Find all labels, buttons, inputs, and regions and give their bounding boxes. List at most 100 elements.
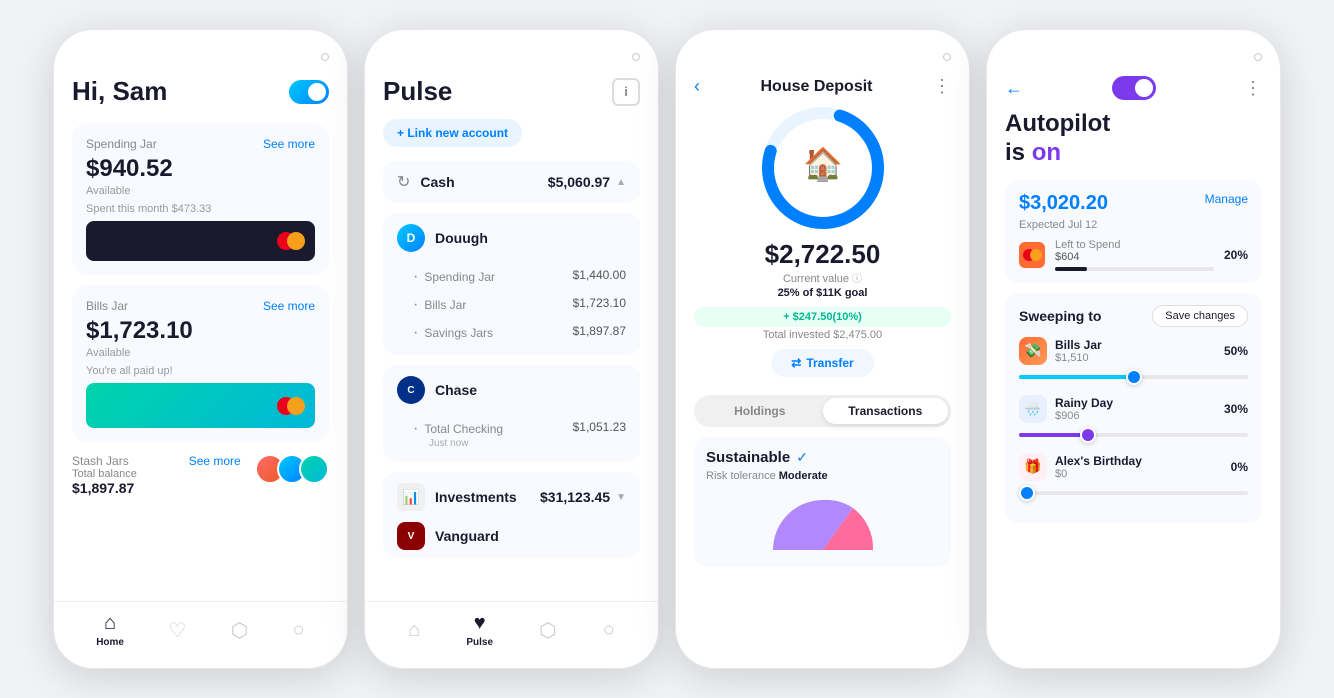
alexs-birthday-sweep-pct: 0% xyxy=(1231,460,1248,474)
bills-jar-sub-amount: $1,723.10 xyxy=(573,296,626,314)
cash-expand[interactable]: ▲ xyxy=(616,177,626,188)
bills-jar-sweep-icon: 💸 xyxy=(1019,337,1047,365)
nav2-jars[interactable]: ⬡ xyxy=(539,618,556,643)
stash-label: Stash Jars xyxy=(72,454,129,468)
nav2-pulse[interactable]: ♥ Pulse xyxy=(466,612,493,648)
nav-profile[interactable]: ○ xyxy=(293,619,305,642)
transfer-button[interactable]: ⇄ Transfer xyxy=(771,349,873,377)
savings-jars-sub: Savings Jars xyxy=(413,324,493,342)
pie-chart xyxy=(706,490,939,555)
left-to-spend-amount: $604 xyxy=(1055,251,1214,263)
stash-section: Stash Jars See more Total balance $1,897… xyxy=(72,454,329,496)
vanguard-name: Vanguard xyxy=(435,528,499,544)
autopilot-on-text: on xyxy=(1032,139,1061,166)
bills-mastercard-logo xyxy=(277,397,305,415)
total-checking-label: Total Checking xyxy=(413,420,503,438)
nav-favorites[interactable]: ♡ xyxy=(168,618,186,643)
rainy-day-sweep-icon: 🌧️ xyxy=(1019,395,1047,423)
house-amount: $2,722.50 xyxy=(694,239,951,270)
save-changes-button[interactable]: Save changes xyxy=(1152,305,1248,327)
info-icon[interactable]: i xyxy=(612,78,640,106)
autopilot-header: ← ⋮ xyxy=(1005,76,1262,100)
autopilot-toggle[interactable] xyxy=(1112,76,1156,100)
sweeping-title: Sweeping to xyxy=(1019,308,1101,324)
growth-badge: + $247.50(10%) xyxy=(694,307,951,327)
pulse-icon: ♥ xyxy=(474,612,486,635)
investments-expand[interactable]: ▼ xyxy=(616,492,626,503)
risk-label: Risk tolerance Moderate xyxy=(706,470,939,482)
alexs-birthday-slider[interactable] xyxy=(1019,485,1248,501)
bills-jar-see-more[interactable]: See more xyxy=(263,299,315,313)
heart-icon: ♡ xyxy=(168,618,186,643)
bills-jar-sub: Bills Jar xyxy=(413,296,466,314)
spending-jar-available: Available xyxy=(86,185,315,197)
back-arrow[interactable]: ‹ xyxy=(694,76,700,97)
left-to-spend-progress xyxy=(1055,267,1087,271)
autopilot-more-icon[interactable]: ⋮ xyxy=(1244,78,1262,99)
savings-jar-row: Savings Jars $1,897.87 xyxy=(383,319,640,347)
holdings-tab[interactable]: Holdings xyxy=(697,398,823,424)
investments-row: 📊 Investments $31,123.45 ▼ xyxy=(383,472,640,522)
goal-progress: 25% of $11K goal xyxy=(694,287,951,299)
spending-jar-see-more[interactable]: See more xyxy=(263,137,315,151)
status-indicator-3 xyxy=(943,53,951,61)
nav2-profile[interactable]: ○ xyxy=(603,619,615,642)
transactions-tab[interactable]: Transactions xyxy=(823,398,949,424)
more-options-icon[interactable]: ⋮ xyxy=(933,76,951,97)
rainy-day-slider[interactable] xyxy=(1019,427,1248,443)
stash-circles xyxy=(255,454,329,484)
transfer-icon: ⇄ xyxy=(791,356,801,370)
spending-jar-row: Spending Jar $1,440.00 xyxy=(383,263,640,291)
sustainable-name: Sustainable xyxy=(706,449,790,466)
spending-jar-spent: Spent this month $473.33 xyxy=(86,203,315,215)
refresh-icon: ↻ xyxy=(397,172,410,192)
douugh-icon: D xyxy=(397,224,425,252)
rainy-day-sweep-amount: $906 xyxy=(1055,410,1113,422)
verified-icon: ✓ xyxy=(796,449,808,466)
nav2-pulse-label: Pulse xyxy=(466,637,493,648)
total-invested: Total invested $2,475.00 xyxy=(694,329,951,341)
spending-jar-label: Spending Jar xyxy=(86,137,157,151)
stash-see-more[interactable]: See more xyxy=(189,454,241,468)
status-indicator-4 xyxy=(1254,53,1262,61)
vanguard-icon: V xyxy=(397,522,425,550)
pulse-header: Pulse i xyxy=(383,76,640,107)
spending-jar-sub: Spending Jar xyxy=(413,268,495,286)
spending-jar-sub-amount: $1,440.00 xyxy=(573,268,626,286)
chase-section: C Chase Total Checking Just now $1,051.2… xyxy=(383,365,640,462)
bills-jar-knob[interactable] xyxy=(1126,369,1142,385)
house-ring-svg: 🏠 xyxy=(758,103,888,233)
notification-toggle[interactable] xyxy=(289,80,329,104)
cash-section: ↻ Cash $5,060.97 ▲ xyxy=(383,161,640,203)
stash-amount: $1,897.87 xyxy=(72,480,241,496)
rainy-day-knob[interactable] xyxy=(1080,427,1096,443)
nav2-home[interactable]: ⌂ xyxy=(408,619,420,642)
phone-1: Hi, Sam Spending Jar See more $940.52 Av… xyxy=(53,29,348,669)
cash-amount: $5,060.97 xyxy=(548,174,610,190)
phone-3: ‹ House Deposit ⋮ 🏠 $2,722.50 Current va… xyxy=(675,29,970,669)
autopilot-back-arrow[interactable]: ← xyxy=(1005,78,1023,99)
current-value-label: Current value ⓘ xyxy=(694,270,951,285)
bills-jar-slider[interactable] xyxy=(1019,369,1248,385)
alexs-birthday-sweep-icon: 🎁 xyxy=(1019,453,1047,481)
chase-row: C Chase xyxy=(383,365,640,415)
house-deposit-title: House Deposit xyxy=(760,78,872,96)
holdings-tabs: Holdings Transactions xyxy=(694,395,951,427)
stash-balance-label: Total balance xyxy=(72,468,241,480)
nav-jars[interactable]: ⬡ xyxy=(231,618,248,643)
nav-home[interactable]: ⌂ Home xyxy=(96,612,124,648)
bills-jar-row: Bills Jar $1,723.10 xyxy=(383,291,640,319)
link-account-button[interactable]: + Link new account xyxy=(383,119,522,147)
vanguard-row: V Vanguard xyxy=(383,522,640,558)
house-deposit-header: ‹ House Deposit ⋮ xyxy=(694,76,951,97)
expected-card: $3,020.20 Manage Expected Jul 12 Left to… xyxy=(1005,180,1262,283)
bills-jar-available: Available xyxy=(86,347,315,359)
alexs-birthday-knob[interactable] xyxy=(1019,485,1035,501)
rainy-day-sweep-pct: 30% xyxy=(1224,402,1248,416)
manage-link[interactable]: Manage xyxy=(1205,192,1248,206)
pie-chart-svg xyxy=(763,490,883,555)
sweep-alexs-birthday: 🎁 Alex's Birthday $0 0% xyxy=(1019,453,1248,501)
sweep-rainy-day: 🌧️ Rainy Day $906 30% xyxy=(1019,395,1248,443)
investments-icon: 📊 xyxy=(397,483,425,511)
bills-jar-note: You're all paid up! xyxy=(86,365,315,377)
